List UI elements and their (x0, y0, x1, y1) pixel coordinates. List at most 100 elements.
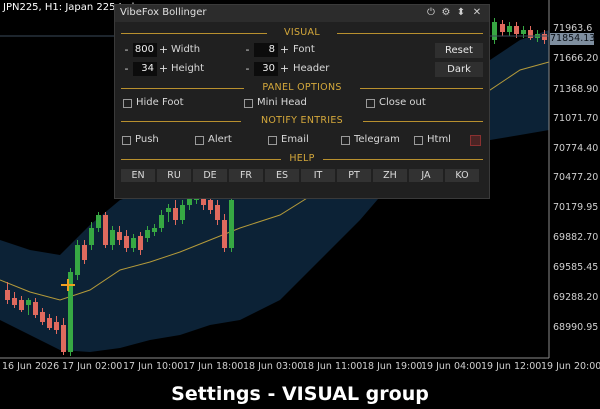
html-label: Html (427, 134, 451, 145)
section-help: HELP (121, 153, 483, 165)
candle-body (138, 236, 143, 250)
font-label: Font (293, 44, 315, 55)
price-tick-label: 71666.20 (553, 53, 599, 64)
lang-button-ja[interactable]: JA (409, 169, 443, 182)
price-tick-label: 70774.40 (553, 143, 599, 154)
candle-body (61, 325, 66, 352)
candle-body (222, 220, 227, 248)
candle-body (492, 22, 497, 40)
email-checkbox[interactable] (268, 136, 277, 145)
price-tick-label: 71963.6 (553, 23, 593, 34)
candle-body (173, 208, 178, 220)
mini-head-label: Mini Head (257, 97, 307, 108)
power-icon[interactable]: ⏻ (425, 7, 437, 19)
height-input[interactable]: 34 (133, 62, 157, 76)
lang-button-ko[interactable]: KO (445, 169, 479, 182)
header-decrement-button[interactable]: - (242, 62, 253, 76)
candle-body (82, 245, 87, 260)
close-icon[interactable]: ✕ (471, 7, 483, 19)
close-out-checkbox[interactable] (366, 99, 375, 108)
price-tick-label: 69585.45 (553, 262, 599, 273)
width-input[interactable]: 800 (133, 43, 157, 57)
price-tick-label: 69288.20 (553, 292, 599, 303)
lang-button-de[interactable]: DE (193, 169, 227, 182)
candle-body (12, 298, 17, 305)
width-increment-button[interactable]: + (158, 43, 169, 57)
push-checkbox[interactable] (122, 136, 131, 145)
width-decrement-button[interactable]: - (121, 43, 132, 57)
time-tick-label: 17 Jun 10:00 (123, 361, 184, 372)
move-icon[interactable]: ⬍ (455, 7, 467, 19)
lang-button-ru[interactable]: RU (157, 169, 191, 182)
section-notify-heading: NOTIFY ENTRIES (260, 115, 344, 126)
settings-panel: VibeFox Bollinger ⏻ ⚙ ⬍ ✕ VISUAL - 800 +… (114, 4, 490, 199)
height-decrement-button[interactable]: - (121, 62, 132, 76)
price-tick-label: 71368.90 (553, 84, 599, 95)
alert-checkbox[interactable] (195, 136, 204, 145)
candle-body (40, 312, 45, 322)
candle-body (117, 232, 122, 240)
price-tick-label: 71071.70 (553, 113, 599, 124)
trash-icon[interactable] (470, 135, 481, 146)
candle-body (145, 230, 150, 238)
gear-icon[interactable]: ⚙ (440, 7, 452, 19)
lang-button-zh[interactable]: ZH (373, 169, 407, 182)
current-price-badge: 71854.13 (550, 33, 596, 45)
font-input[interactable]: 8 (254, 43, 278, 57)
height-increment-button[interactable]: + (158, 62, 169, 76)
price-tick-label: 68990.95 (553, 322, 599, 333)
candle-body (33, 302, 38, 315)
candle-body (180, 205, 185, 220)
candle-body (110, 230, 115, 245)
candle-body (542, 34, 547, 40)
header-input[interactable]: 30 (254, 62, 278, 76)
lang-button-pt[interactable]: PT (337, 169, 371, 182)
reset-button[interactable]: Reset (435, 43, 483, 58)
font-increment-button[interactable]: + (279, 43, 290, 57)
time-tick-label: 18 Jun 03:00 (243, 361, 304, 372)
telegram-checkbox[interactable] (341, 136, 350, 145)
header-label: Header (293, 63, 330, 74)
lang-button-fr[interactable]: FR (229, 169, 263, 182)
email-label: Email (281, 134, 309, 145)
font-decrement-button[interactable]: - (242, 43, 253, 57)
candle-body (152, 228, 157, 232)
push-label: Push (135, 134, 159, 145)
time-tick-label: 19 Jun 04:00 (421, 361, 482, 372)
dark-button[interactable]: Dark (435, 62, 483, 77)
candle-body (514, 26, 519, 34)
section-notify-entries: NOTIFY ENTRIES (121, 115, 483, 127)
panel-titlebar[interactable]: VibeFox Bollinger ⏻ ⚙ ⬍ ✕ (115, 5, 489, 22)
header-increment-button[interactable]: + (279, 62, 290, 76)
lang-button-it[interactable]: IT (301, 169, 335, 182)
price-tick-label: 69882.70 (553, 232, 599, 243)
candle-body (124, 236, 129, 248)
lang-button-es[interactable]: ES (265, 169, 299, 182)
candle-body (187, 198, 192, 205)
lang-button-en[interactable]: EN (121, 169, 155, 182)
candle-body (47, 318, 52, 328)
candle-body (215, 205, 220, 220)
time-tick-label: 18 Jun 19:00 (362, 361, 423, 372)
alert-label: Alert (208, 134, 232, 145)
candle-body (528, 30, 533, 38)
price-tick-label: 70477.20 (553, 172, 599, 183)
time-tick-label: 17 Jun 02:00 (62, 361, 123, 372)
candle-body (89, 228, 94, 245)
candle-body (75, 245, 80, 275)
candle-body (131, 238, 136, 248)
candle-body (166, 208, 171, 212)
telegram-label: Telegram (354, 134, 400, 145)
hide-foot-checkbox[interactable] (123, 99, 132, 108)
html-checkbox[interactable] (414, 136, 423, 145)
candle-body (521, 30, 526, 34)
candle-body (229, 200, 234, 248)
caption-banner: Settings - VISUAL group (0, 380, 600, 409)
candle-body (54, 322, 59, 330)
candle-body (19, 300, 24, 310)
mini-head-checkbox[interactable] (244, 99, 253, 108)
candle-body (5, 290, 10, 300)
candle-body (208, 200, 213, 210)
candle-body (159, 215, 164, 228)
height-label: Height (171, 63, 205, 74)
